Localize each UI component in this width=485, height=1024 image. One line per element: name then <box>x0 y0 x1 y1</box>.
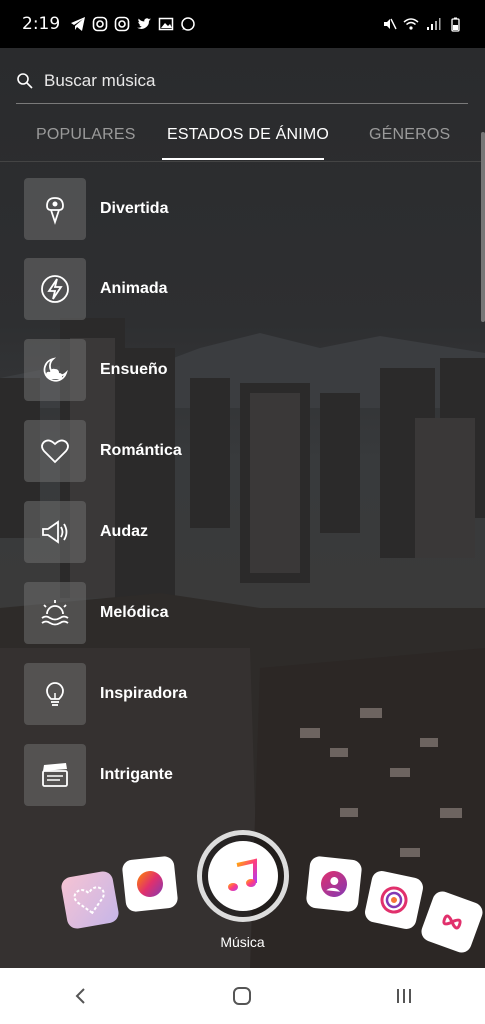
sunset-waves-icon <box>41 600 69 626</box>
effect-heart-sticker[interactable] <box>59 869 121 931</box>
gradient-circle-icon <box>135 869 165 899</box>
gallery-icon <box>158 17 174 31</box>
capture-label: Música <box>220 934 265 950</box>
mood-item-inspiradora[interactable]: Inspiradora <box>24 663 187 725</box>
mood-item-melodica[interactable]: Melódica <box>24 582 168 644</box>
lightning-icon <box>41 275 69 303</box>
wifi-icon <box>403 18 419 30</box>
mood-label: Melódica <box>100 604 169 621</box>
search-bar[interactable]: Buscar música <box>16 58 468 104</box>
mood-item-audaz[interactable]: Audaz <box>24 501 148 563</box>
mood-tile <box>24 339 86 401</box>
battery-icon <box>451 17 460 32</box>
tab-estados-de-animo[interactable]: ESTADOS DE ÁNIMO <box>167 126 329 144</box>
home-icon <box>233 987 252 1005</box>
lightbulb-icon <box>46 682 64 706</box>
mood-label: Inspiradora <box>100 685 188 702</box>
megaphone-icon <box>42 520 68 544</box>
status-bar: 2:19 <box>0 0 485 48</box>
mood-tile <box>24 582 86 644</box>
recents-icon <box>397 989 412 1003</box>
nav-back-button[interactable] <box>61 976 101 1016</box>
profile-circle-icon <box>321 870 347 897</box>
mood-item-romantica[interactable]: Romántica <box>24 420 182 482</box>
mood-label: Audaz <box>100 523 148 540</box>
infinity-icon <box>442 914 462 930</box>
clapperboard-icon <box>42 763 68 787</box>
mood-label: Divertida <box>100 200 169 217</box>
instagram-icon <box>114 16 130 32</box>
instagram-icon <box>92 16 108 32</box>
capture-button[interactable] <box>197 830 289 922</box>
ice-cream-icon <box>46 197 64 225</box>
tab-populares[interactable]: POPULARES <box>36 126 136 144</box>
mood-tile <box>24 501 86 563</box>
heart-sticker-icon <box>73 886 105 915</box>
tab-generos[interactable]: GÉNEROS <box>369 126 450 144</box>
mute-icon <box>384 18 397 30</box>
signal-icon <box>427 18 441 30</box>
status-time: 2:19 <box>22 14 61 34</box>
tab-bar: POPULARES ESTADOS DE ÁNIMO GÉNEROS <box>0 112 485 162</box>
nav-home-button[interactable] <box>222 976 262 1016</box>
mood-item-ensueno[interactable]: Ensueño <box>24 339 168 401</box>
mood-item-divertida[interactable]: Divertida <box>24 178 168 240</box>
whatsapp-icon <box>181 17 195 31</box>
mood-label: Intrigante <box>100 766 173 783</box>
mood-item-animada[interactable]: Animada <box>24 258 168 320</box>
effect-gradient-circle[interactable] <box>121 855 179 913</box>
mood-label: Ensueño <box>100 361 168 378</box>
nav-recents-button[interactable] <box>384 976 424 1016</box>
system-nav-bar <box>0 968 485 1024</box>
mood-item-intrigante[interactable]: Intrigante <box>24 744 173 806</box>
heart-icon <box>41 439 69 464</box>
mood-label: Animada <box>100 280 168 297</box>
active-tab-indicator <box>162 158 324 160</box>
rings-icon <box>380 886 408 914</box>
effect-profile[interactable] <box>305 855 363 913</box>
mood-tile <box>24 420 86 482</box>
mood-tile <box>24 663 86 725</box>
scrollbar[interactable] <box>481 132 485 322</box>
search-input[interactable]: Buscar música <box>44 71 155 91</box>
twitter-icon <box>137 18 152 29</box>
moon-cloud-icon <box>43 357 68 382</box>
capture-inner <box>208 841 278 911</box>
mood-label: Romántica <box>100 442 182 459</box>
music-note-icon <box>228 858 257 891</box>
effect-boomerang-rings[interactable] <box>363 869 425 931</box>
search-icon <box>17 72 33 89</box>
chevron-left-icon <box>75 988 85 1004</box>
mood-tile <box>24 178 86 240</box>
mood-tile <box>24 258 86 320</box>
telegram-icon <box>71 17 86 31</box>
mood-tile <box>24 744 86 806</box>
